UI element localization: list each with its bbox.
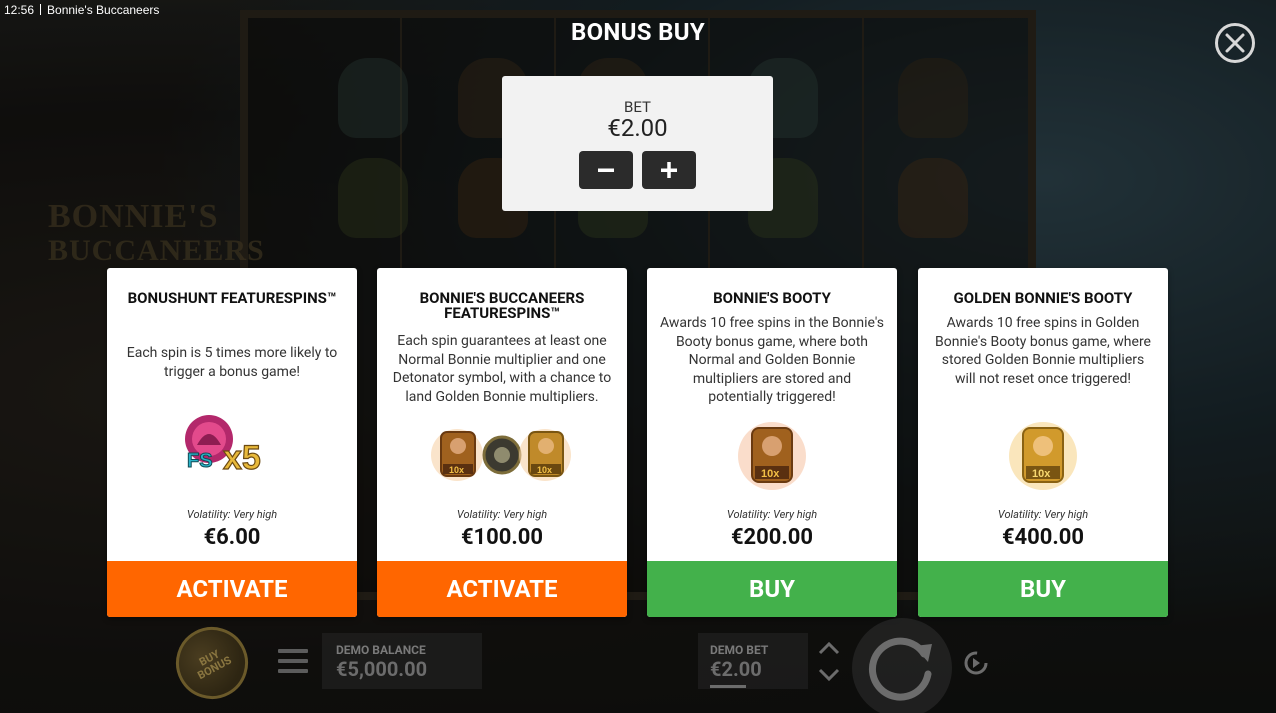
- status-bar: 12:56 Bonnie's Buccaneers: [0, 0, 163, 20]
- svg-text:10x: 10x: [761, 468, 780, 480]
- demo-balance: DEMO BALANCE €5,000.00: [322, 633, 482, 689]
- card-description: Each spin is 5 times more likely to trig…: [126, 345, 338, 380]
- buy-button[interactable]: BUY: [647, 561, 897, 617]
- buy-button[interactable]: BUY: [918, 561, 1168, 617]
- price: €200.00: [730, 525, 814, 550]
- bet-value: €2.00: [607, 114, 668, 142]
- price: €6.00: [203, 525, 261, 550]
- demo-bet[interactable]: DEMO BET €2.00: [698, 633, 808, 689]
- spin-icon: [868, 637, 932, 701]
- card-description: Each spin guarantees at least one Normal…: [392, 333, 612, 405]
- card-title: BONUSHUNT FEATURESPINS™: [127, 289, 337, 307]
- svg-text:10x: 10x: [537, 465, 552, 475]
- volatility-label: Volatility: Very high: [456, 508, 548, 521]
- card-description: Awards 10 free spins in the Bonnie's Boo…: [659, 315, 884, 405]
- svg-text:FS: FS: [187, 450, 213, 472]
- bonus-card-bonnies-booty: BONNIE'S BOOTY Awards 10 free spins in t…: [647, 268, 897, 617]
- card-art: 10x: [647, 418, 897, 494]
- activate-button[interactable]: ACTIVATE: [107, 561, 357, 617]
- bet-panel: BET €2.00: [502, 76, 773, 211]
- card-description: Awards 10 free spins in Golden Bonnie's …: [935, 315, 1151, 387]
- buy-bonus-label: BUY BONUS: [195, 647, 234, 683]
- card-art: 10x: [918, 418, 1168, 494]
- close-button[interactable]: [1215, 23, 1255, 63]
- menu-icon[interactable]: [278, 649, 308, 673]
- svg-text:x5: x5: [223, 439, 261, 477]
- card-title: GOLDEN BONNIE'S BOOTY: [953, 289, 1133, 307]
- bonus-card-bonushunt: BONUSHUNT FEATURESPINS™ Each spin is 5 t…: [107, 268, 357, 617]
- demo-balance-value: €5,000.00: [336, 657, 428, 681]
- bonus-card-featurespins: BONNIE'S BUCCANEERS FEATURESPINS™ Each s…: [377, 268, 627, 617]
- bonnie-multiplier-icon: 10x: [738, 422, 806, 490]
- volatility-label: Volatility: Very high: [726, 508, 818, 521]
- price: €100.00: [460, 525, 544, 550]
- activate-button[interactable]: ACTIVATE: [377, 561, 627, 617]
- price: €400.00: [1001, 525, 1085, 550]
- chevron-up-icon[interactable]: [818, 641, 840, 655]
- golden-bonnie-multiplier-icon: 10x: [1009, 422, 1077, 490]
- bonnie-multiplier-icons: 10x 10x: [431, 429, 571, 481]
- demo-bet-value: €2.00: [710, 657, 762, 681]
- volatility-label: Volatility: Very high: [997, 508, 1089, 521]
- minus-icon: [598, 168, 614, 172]
- spin-button[interactable]: [852, 618, 952, 713]
- svg-text:10x: 10x: [449, 465, 464, 475]
- demo-balance-label: DEMO BALANCE: [336, 643, 426, 657]
- app-title: Bonnie's Buccaneers: [47, 3, 160, 17]
- bonus-card-golden-bonnies-booty: GOLDEN BONNIE'S BOOTY Awards 10 free spi…: [918, 268, 1168, 617]
- clock: 12:56: [4, 3, 35, 17]
- volatility-label: Volatility: Very high: [186, 508, 278, 521]
- demo-bet-label: DEMO BET: [710, 643, 769, 657]
- card-art: 10x 10x: [377, 420, 627, 490]
- close-icon: [1225, 33, 1245, 53]
- decrease-bet-button[interactable]: [579, 151, 633, 189]
- page-title: BONUS BUY: [570, 18, 706, 46]
- increase-bet-button[interactable]: [642, 151, 696, 189]
- autoplay-icon[interactable]: [962, 649, 990, 677]
- chevron-down-icon[interactable]: [818, 668, 840, 682]
- card-art: FS x5: [107, 408, 357, 483]
- fs-x5-icon: FS x5: [185, 414, 261, 477]
- svg-text:10x: 10x: [1032, 468, 1051, 480]
- card-title: BONNIE'S BOOTY: [713, 289, 831, 307]
- plus-icon: [661, 162, 677, 178]
- card-title: BONNIE'S BUCCANEERS FEATURESPINS™: [419, 289, 585, 322]
